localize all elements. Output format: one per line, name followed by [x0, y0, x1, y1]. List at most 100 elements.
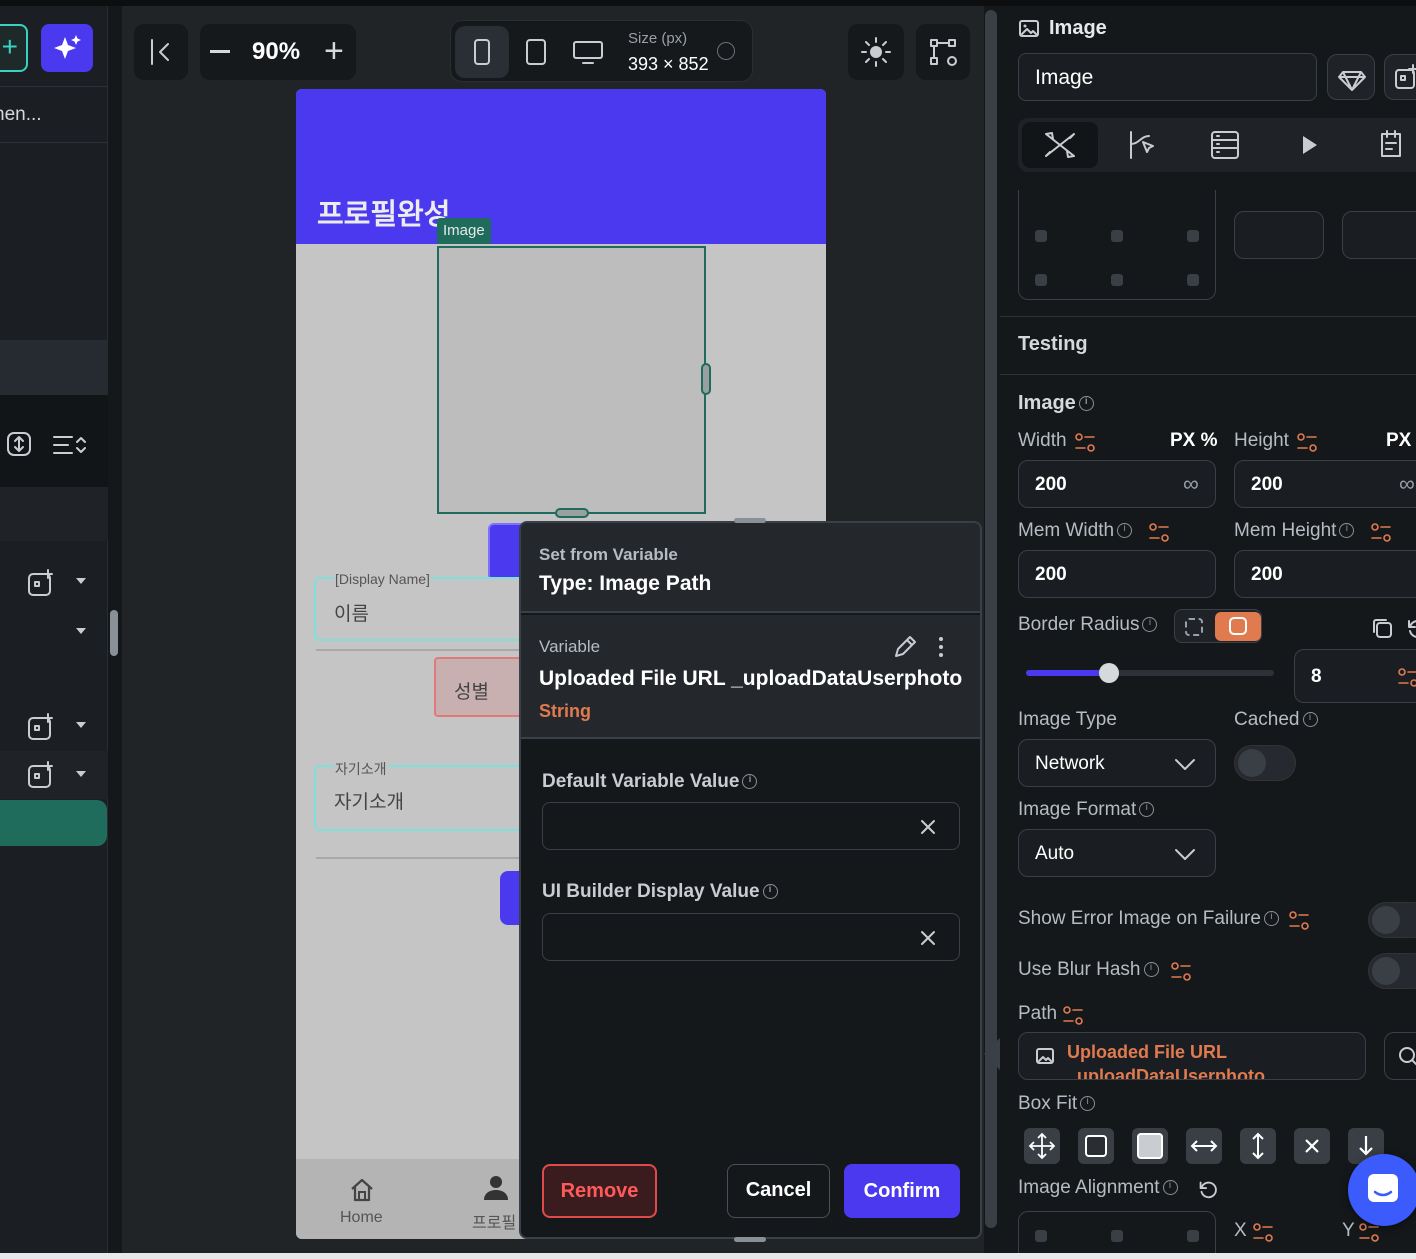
chevron-down-icon[interactable] [76, 722, 86, 728]
selected-tree-item[interactable] [0, 800, 107, 846]
section-divider [1000, 316, 1416, 317]
radius-individual-icon[interactable] [1185, 618, 1203, 636]
expand-vertical-icon[interactable] [5, 430, 33, 458]
variable-settings-icon[interactable] [1288, 910, 1310, 932]
layout-settings-button[interactable] [916, 24, 970, 80]
alignment-grid-bottom[interactable] [1018, 1211, 1216, 1259]
cancel-button[interactable]: Cancel [727, 1164, 830, 1218]
tablet-icon[interactable] [521, 36, 551, 68]
resize-handle-bottom[interactable] [555, 508, 589, 518]
fit-none-option[interactable] [1024, 1128, 1060, 1164]
width-input[interactable]: 200 ∞ [1018, 460, 1216, 508]
search-button[interactable] [1384, 1032, 1416, 1080]
clear-icon[interactable] [918, 817, 938, 837]
variable-settings-icon[interactable] [1296, 432, 1318, 454]
actions-cursor-icon[interactable] [1123, 128, 1159, 162]
phone-device-button[interactable] [455, 26, 509, 78]
collapse-panel-button[interactable] [134, 24, 188, 80]
premium-button[interactable] [1327, 54, 1375, 100]
mem-width-input[interactable]: 200 [1018, 550, 1216, 598]
panel-resize-handle[interactable] [110, 610, 118, 656]
reset-icon[interactable] [1196, 1178, 1218, 1200]
fit-cover-option[interactable] [1132, 1128, 1168, 1164]
person-icon[interactable] [482, 1174, 510, 1202]
variable-settings-icon[interactable] [1074, 432, 1096, 454]
width-units[interactable]: PX % [1170, 430, 1218, 452]
sort-list-icon[interactable] [52, 432, 86, 458]
border-radius-slider[interactable] [1026, 663, 1274, 683]
height-input[interactable]: 200 ∞ [1234, 460, 1416, 508]
offset-y-input[interactable] [1342, 211, 1416, 259]
infinity-icon[interactable]: ∞ [1183, 471, 1199, 497]
add-widget-icon[interactable] [26, 568, 56, 598]
image-type-dropdown[interactable]: Network [1018, 739, 1216, 787]
add-button[interactable]: + [0, 24, 28, 72]
remove-button[interactable]: Remove [542, 1164, 657, 1218]
height-unit[interactable]: PX [1386, 430, 1411, 452]
reset-icon[interactable] [1404, 616, 1416, 640]
selected-row[interactable] [0, 340, 108, 395]
blur-hash-toggle[interactable] [1368, 953, 1416, 989]
ai-sparkle-button[interactable] [41, 24, 93, 72]
header-title[interactable]: 프로필완성 [317, 191, 450, 233]
fit-height-option[interactable] [1240, 1128, 1276, 1164]
variable-settings-icon[interactable] [1397, 667, 1416, 689]
variable-settings-icon[interactable] [1148, 522, 1170, 544]
theme-toggle-button[interactable] [848, 24, 904, 80]
border-radius-input[interactable]: 8 [1294, 649, 1416, 703]
support-chat-button[interactable] [1348, 1154, 1416, 1226]
zoom-in-button[interactable]: + [324, 32, 344, 70]
show-error-toggle[interactable] [1368, 902, 1416, 938]
desktop-icon[interactable] [571, 37, 605, 67]
info-icon[interactable] [717, 42, 735, 60]
infinity-icon[interactable]: ∞ [1399, 471, 1415, 497]
fit-fill-option[interactable] [1294, 1128, 1330, 1164]
x-label: X [1234, 1220, 1247, 1241]
left-panel: + nen... [0, 0, 108, 1259]
offset-x-input[interactable] [1234, 211, 1324, 259]
fit-contain-option[interactable] [1078, 1128, 1114, 1164]
nav-profile-label[interactable]: 프로필 [472, 1209, 516, 1233]
zoom-out-button[interactable] [210, 50, 230, 53]
notes-icon[interactable] [1374, 128, 1408, 162]
width-label: Width [1018, 430, 1067, 452]
nav-home-label[interactable]: Home [340, 1209, 383, 1227]
radius-uniform-button[interactable] [1215, 612, 1261, 641]
variable-settings-icon[interactable] [1062, 1005, 1084, 1027]
confirm-button[interactable]: Confirm [844, 1164, 960, 1218]
clear-icon[interactable] [918, 928, 938, 948]
variable-settings-icon[interactable] [1370, 522, 1392, 544]
image-section-header[interactable]: Image [1018, 392, 1094, 415]
add-component-button[interactable] [1384, 54, 1416, 100]
image-format-dropdown[interactable]: Auto [1018, 829, 1216, 877]
variable-settings-icon[interactable] [1170, 961, 1192, 983]
resize-handle-right[interactable] [701, 363, 711, 395]
selected-image-widget[interactable] [437, 246, 706, 514]
radius-mode-toggle[interactable] [1174, 609, 1262, 643]
cached-toggle[interactable] [1234, 745, 1296, 781]
add-widget-icon[interactable] [26, 712, 56, 742]
play-icon[interactable] [1296, 132, 1322, 158]
backend-query-icon[interactable] [1208, 128, 1242, 162]
chevron-down-icon[interactable] [76, 628, 86, 634]
dialog-drag-handle-top[interactable] [734, 518, 766, 523]
slider-thumb[interactable] [1098, 663, 1119, 683]
more-vert-icon[interactable] [935, 635, 947, 659]
mem-height-input[interactable]: 200 [1234, 550, 1416, 598]
home-icon[interactable] [348, 1176, 376, 1204]
copy-icon[interactable] [1370, 616, 1394, 640]
default-value-input[interactable] [542, 802, 960, 850]
fit-width-option[interactable] [1186, 1128, 1222, 1164]
add-widget-icon[interactable] [26, 760, 56, 790]
alignment-grid[interactable] [1018, 190, 1216, 300]
chevron-down-icon[interactable] [76, 771, 86, 777]
tab-properties[interactable] [1022, 122, 1098, 168]
chevron-down-icon[interactable] [76, 578, 86, 584]
variable-settings-icon[interactable] [1252, 1222, 1274, 1244]
path-input[interactable]: Uploaded File URL _uploadDataUserphoto [1018, 1032, 1366, 1080]
widget-name-input[interactable]: Image [1018, 53, 1317, 101]
dialog-drag-handle-bottom[interactable] [734, 1237, 766, 1242]
edit-pencil-icon[interactable] [891, 633, 919, 661]
testing-section[interactable]: Testing [1018, 333, 1088, 356]
display-value-input[interactable] [542, 913, 960, 961]
